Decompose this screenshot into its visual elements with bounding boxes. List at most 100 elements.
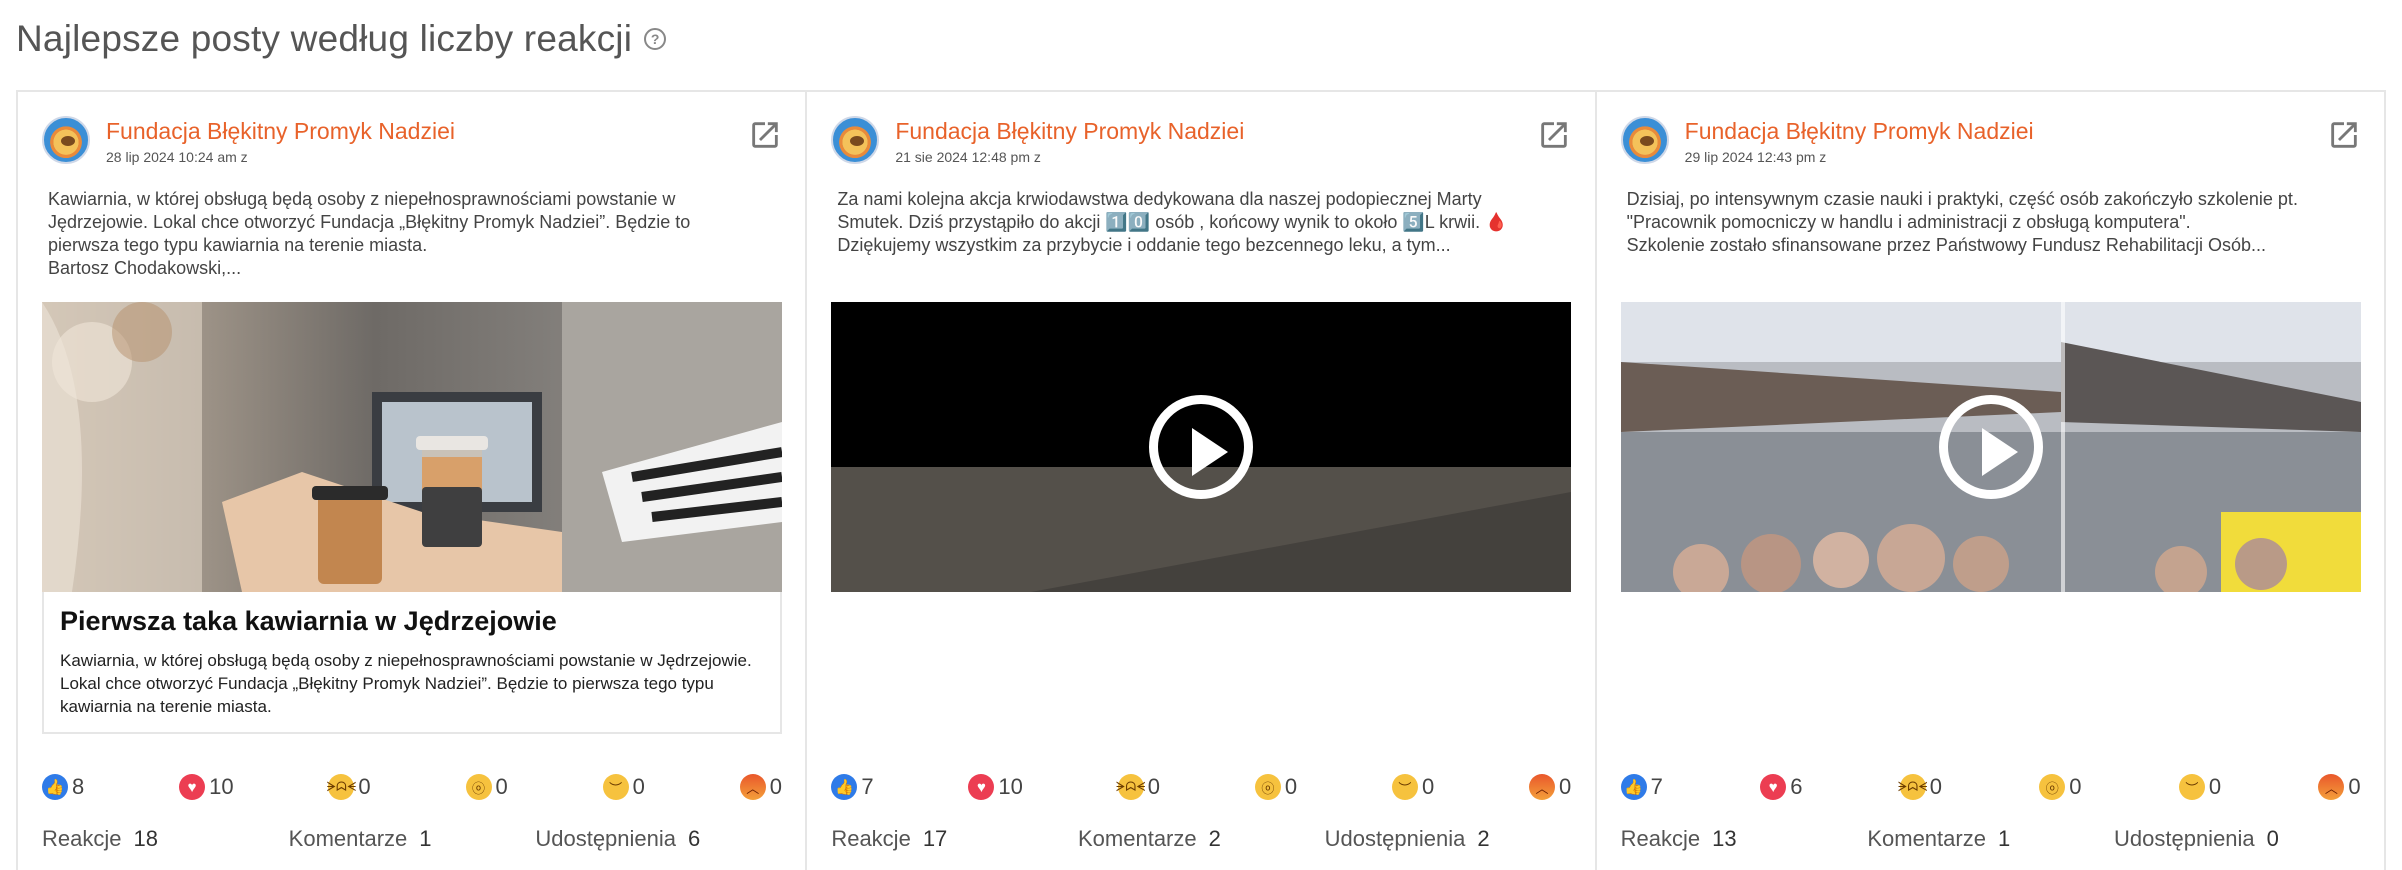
like-icon: 👍 [42,774,68,800]
reaction-angry: ︿ 0 [739,772,782,802]
heart-icon: ♥ [968,774,995,800]
post-text-line: Kawiarnia, w której obsługą będą osoby z… [48,189,676,209]
stat-value: 2 [1208,826,1221,851]
angry-icon: ︿ [739,774,766,800]
reaction-wow: ⓞ 0 [1254,772,1297,802]
haha-count: 0 [1147,774,1160,799]
avatar [831,116,880,164]
post-card: Fundacja Błękitny Promyk Nadziei 21 sie … [807,92,1597,870]
author-name[interactable]: Fundacja Błękitny Promyk Nadziei [1685,118,2034,145]
play-icon[interactable] [1149,395,1254,499]
angry-count: 0 [2348,774,2361,799]
angry-icon: ︿ [1529,774,1556,800]
avatar [42,116,90,164]
post-text: Za nami kolejna akcja krwiodawstwa dedyk… [837,188,1557,257]
author-name[interactable]: Fundacja Błękitny Promyk Nadziei [895,118,1244,145]
stat-value: 0 [2266,826,2279,851]
like-count: 7 [861,774,874,799]
stat-value: 13 [1712,826,1737,851]
stat-shares: Udostępnienia 2 [1325,826,1572,856]
post-video[interactable] [1620,302,2361,592]
reaction-haha: ᗒᗣᗕ 0 [1116,772,1160,802]
post-header: Fundacja Błękitny Promyk Nadziei 28 lip … [42,116,782,166]
post-text-line: Dziękujemy wszystkim za przybycie i odda… [837,235,1451,255]
sad-count: 0 [632,774,645,799]
stat-reactions: Reakcje 17 [831,826,1078,856]
post-date: 28 lip 2024 10:24 am z [106,149,248,165]
post-text-line: pierwsza tego typu kawiarnia na terenie … [48,235,428,255]
reaction-like: 👍 7 [831,772,874,802]
reaction-wow: ⓞ 0 [2039,772,2082,802]
wow-icon: ⓞ [465,774,492,800]
reaction-haha: ᗒᗣᗕ 0 [327,772,371,802]
stat-reactions: Reakcje 13 [1621,826,1868,856]
post-text-line: Jędrzejowie. Lokal chce otworzyć Fundacj… [48,212,691,232]
post-header: Fundacja Błękitny Promyk Nadziei 21 sie … [831,116,1571,166]
sad-icon: ︶ [602,774,629,800]
reaction-sad: ︶ 0 [1391,772,1434,802]
page-title: Najlepsze posty według liczby reakcji [16,18,633,59]
reaction-love: ♥ 10 [179,772,234,802]
wow-icon: ⓞ [2039,774,2066,800]
post-card: Fundacja Błękitny Promyk Nadziei 29 lip … [1597,92,2386,870]
external-link-icon[interactable] [748,118,782,152]
external-link-icon[interactable] [1537,118,1571,152]
reactions-row: 👍 7 ♥ 6 ᗒᗣᗕ 0 ⓞ 0 ︶ 0 ︿ 0 [1620,772,2361,802]
post-text-line: Szkolenie zostało sfinansowane przez Pań… [1626,235,2266,255]
post-image[interactable] [42,302,782,592]
stat-label: Komentarze [1867,826,1986,851]
post-stats: Reakcje 13 Komentarze 1 Udostępnienia 0 [1621,826,2361,856]
post-text-line: "Pracownik pomocniczy w handlu i adminis… [1626,212,2191,232]
avatar [1620,116,1669,164]
haha-count: 0 [358,774,371,799]
stat-shares: Udostępnienia 0 [2114,826,2361,856]
like-icon: 👍 [831,774,858,800]
link-description: Kawiarnia, w której obsługą będą osoby z… [60,649,764,718]
reaction-angry: ︿ 0 [1529,772,1571,802]
reactions-row: 👍 8 ♥ 10 ᗒᗣᗕ 0 ⓞ 0 ︶ 0 ︿ 0 [42,772,782,802]
stat-shares: Udostępnienia 6 [535,826,782,856]
reaction-sad: ︶ 0 [602,772,645,802]
stat-comments: Komentarze 1 [1867,826,2114,856]
link-desc-line: Kawiarnia, w której obsługą będą osoby z… [60,651,752,670]
stat-label: Reakcje [42,826,122,851]
stat-comments: Komentarze 1 [289,826,536,856]
haha-count: 0 [1929,774,1942,799]
sad-icon: ︶ [2178,774,2205,800]
link-preview[interactable]: Pierwsza taka kawiarnia w Jędrzejowie Ka… [42,592,782,734]
heart-icon: ♥ [179,774,206,800]
link-desc-line: kawiarnia na terenie miasta. [60,697,272,716]
link-title: Pierwsza taka kawiarnia w Jędrzejowie [60,606,557,636]
post-text-line: Za nami kolejna akcja krwiodawstwa dedyk… [837,189,1482,209]
post-text: Dzisiaj, po intensywnym czasie nauki i p… [1627,188,2347,257]
reaction-angry: ︿ 0 [2318,772,2361,802]
stat-value: 2 [1477,826,1490,851]
stat-value: 1 [1997,826,2011,851]
haha-icon: ᗒᗣᗕ [327,774,356,800]
stat-label: Reakcje [831,826,911,851]
post-text-line: Smutek. Dziś przystąpiło do akcji 1️⃣0️⃣… [837,212,1508,232]
stat-value: 6 [688,826,701,851]
like-icon: 👍 [1620,774,1647,800]
haha-icon: ᗒᗣᗕ [1898,774,1928,800]
angry-count: 0 [1559,774,1572,799]
haha-icon: ᗒᗣᗕ [1116,774,1146,800]
love-count: 6 [1790,774,1803,799]
reaction-wow: ⓞ 0 [465,772,508,802]
author-name[interactable]: Fundacja Błękitny Promyk Nadziei [106,118,455,145]
top-posts-cards: Fundacja Błękitny Promyk Nadziei 28 lip … [16,90,2386,870]
page-header: Najlepsze posty według liczby reakcji ? [16,14,667,64]
reactions-row: 👍 7 ♥ 10 ᗒᗣᗕ 0 ⓞ 0 ︶ 0 ︿ 0 [831,772,1571,802]
reaction-love: ♥ 6 [1760,772,1802,802]
external-link-icon[interactable] [2327,118,2361,152]
stat-label: Komentarze [288,826,408,851]
post-header: Fundacja Błękitny Promyk Nadziei 29 lip … [1620,116,2361,166]
love-count: 10 [998,774,1023,799]
reaction-love: ♥ 10 [968,772,1023,802]
stat-label: Udostępnienia [1324,826,1466,851]
post-video[interactable] [831,302,1572,592]
stat-label: Udostępnienia [535,826,677,851]
play-icon[interactable] [1938,395,2043,499]
question-circle-icon[interactable]: ? [644,28,667,50]
stat-value: 17 [922,826,948,851]
